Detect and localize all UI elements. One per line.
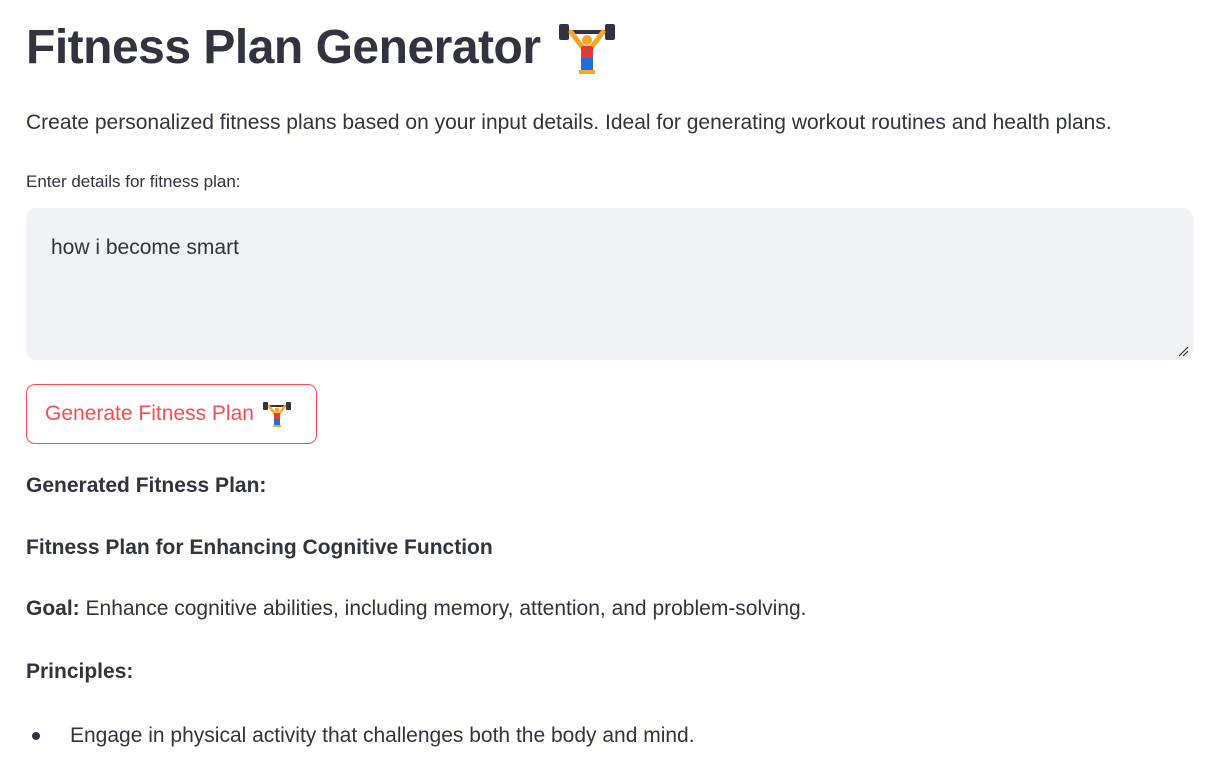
generate-fitness-plan-button[interactable]: Generate Fitness Plan	[26, 384, 317, 444]
goal-text: Enhance cognitive abilities, including m…	[79, 597, 807, 620]
fitness-details-textarea[interactable]: how i become smart	[26, 208, 1193, 360]
resize-handle-icon[interactable]	[1177, 344, 1189, 357]
plan-title: Fitness Plan for Enhancing Cognitive Fun…	[26, 536, 493, 559]
output-heading: Generated Fitness Plan:	[26, 474, 267, 497]
bullet-icon	[32, 732, 40, 740]
weightlifter-icon	[262, 400, 292, 428]
page-title: Fitness Plan Generator	[26, 21, 541, 74]
list-item: Engage in physical activity that challen…	[26, 720, 695, 752]
generate-button-label: Generate Fitness Plan	[45, 402, 254, 425]
weightlifter-icon	[557, 20, 617, 76]
goal-line: Goal: Enhance cognitive abilities, inclu…	[26, 597, 807, 621]
title-row: Fitness Plan Generator	[26, 14, 617, 82]
principle-text: Engage in physical activity that challen…	[70, 724, 695, 747]
textarea-value: how i become smart	[51, 236, 239, 259]
page-description: Create personalized fitness plans based …	[26, 111, 1112, 134]
fitness-details-label: Enter details for fitness plan:	[26, 172, 241, 191]
goal-label: Goal:	[26, 597, 80, 620]
principles-label: Principles:	[26, 660, 134, 683]
app-page: Fitness Plan Generator Create personaliz…	[0, 0, 1227, 766]
